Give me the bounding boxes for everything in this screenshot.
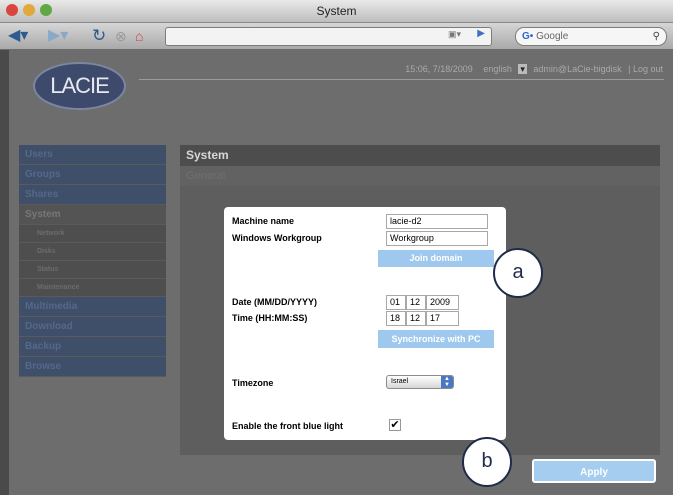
date-year-input[interactable]: 2009 — [426, 295, 459, 310]
time-label: Time (HH:MM:SS) — [232, 313, 308, 323]
sidebar-item-shares[interactable]: Shares — [19, 185, 166, 205]
timezone-label: Timezone — [232, 378, 274, 388]
search-placeholder: Google — [536, 31, 569, 42]
callout-a: a — [493, 248, 543, 298]
blue-light-label: Enable the front blue light — [232, 421, 343, 431]
workgroup-input[interactable]: Workgroup — [386, 231, 488, 246]
timezone-value: Israel — [391, 378, 409, 385]
blue-light-checkbox[interactable]: ✔ — [389, 419, 401, 431]
address-bar[interactable]: ▣▾ ▶ — [165, 27, 492, 46]
sidebar-item-browse[interactable]: Browse — [19, 357, 166, 377]
home-icon[interactable]: ⌂ — [135, 27, 143, 45]
time-hour-input[interactable]: 18 — [386, 311, 406, 326]
select-arrows-icon: ▲ ▼ — [441, 376, 453, 388]
date-day-input[interactable]: 12 — [406, 295, 426, 310]
page-title: System — [180, 145, 660, 166]
apply-button[interactable]: Apply — [532, 459, 656, 483]
sidebar-subitem-status[interactable]: Status — [19, 261, 166, 279]
sidebar-item-multimedia[interactable]: Multimedia — [19, 297, 166, 317]
back-button[interactable]: ◀▾ — [8, 27, 28, 45]
header-divider — [139, 79, 664, 80]
forward-button[interactable]: ▶▾ — [48, 27, 68, 45]
lacie-logo: LACIE — [33, 62, 126, 110]
sidebar-item-groups[interactable]: Groups — [19, 165, 166, 185]
go-icon[interactable]: ▶ — [477, 28, 485, 39]
time-second-input[interactable]: 17 — [426, 311, 459, 326]
google-search-icon: G• — [522, 31, 534, 42]
section-title: General — [180, 166, 660, 186]
reload-icon[interactable]: ↻ — [92, 27, 106, 45]
window-title: System — [316, 4, 357, 18]
callout-b: b — [462, 437, 512, 487]
sidebar-subitem-network[interactable]: Network — [19, 225, 166, 243]
lock-icon: ▣▾ — [447, 29, 461, 39]
sidebar-subitem-maintenance[interactable]: Maintenance — [19, 279, 166, 297]
sidebar-subitem-disks[interactable]: Disks — [19, 243, 166, 261]
header-datetime: 15:06, 7/18/2009 — [405, 64, 473, 74]
sidebar-item-download[interactable]: Download — [19, 317, 166, 337]
user-link[interactable]: admin@LaCie-bigdisk — [533, 64, 621, 74]
sidebar-item-backup[interactable]: Backup — [19, 337, 166, 357]
workgroup-label: Windows Workgroup — [232, 233, 322, 243]
browser-toolbar: ◀▾ ▶▾ ↻ ⊗ ⌂ ▣▾ ▶ G• Google ⚲ — [0, 23, 673, 50]
settings-dialog: Machine name lacie-d2 Windows Workgroup … — [224, 207, 506, 440]
timezone-select[interactable]: Israel ▲ ▼ — [386, 375, 454, 389]
synchronize-with-pc-button[interactable]: Synchronize with PC — [378, 330, 494, 348]
machine-name-input[interactable]: lacie-d2 — [386, 214, 488, 229]
stop-icon[interactable]: ⊗ — [115, 27, 127, 45]
language-select[interactable]: english ▾ — [479, 64, 527, 74]
search-input[interactable]: G• Google ⚲ — [515, 27, 667, 46]
time-minute-input[interactable]: 12 — [406, 311, 426, 326]
magnifier-icon[interactable]: ⚲ — [653, 28, 660, 45]
machine-name-label: Machine name — [232, 216, 295, 226]
date-month-input[interactable]: 01 — [386, 295, 406, 310]
logout-link[interactable]: | Log out — [628, 64, 663, 74]
header-info: 15:06, 7/18/2009 english ▾ admin@LaCie-b… — [401, 64, 663, 75]
sidebar-item-users[interactable]: Users — [19, 145, 166, 165]
sidebar-item-system[interactable]: System — [19, 205, 166, 225]
sidebar: Users Groups Shares System Network Disks… — [19, 145, 166, 377]
date-label: Date (MM/DD/YYYY) — [232, 297, 318, 307]
join-domain-button[interactable]: Join domain — [378, 250, 494, 267]
window-titlebar: System — [0, 0, 673, 23]
